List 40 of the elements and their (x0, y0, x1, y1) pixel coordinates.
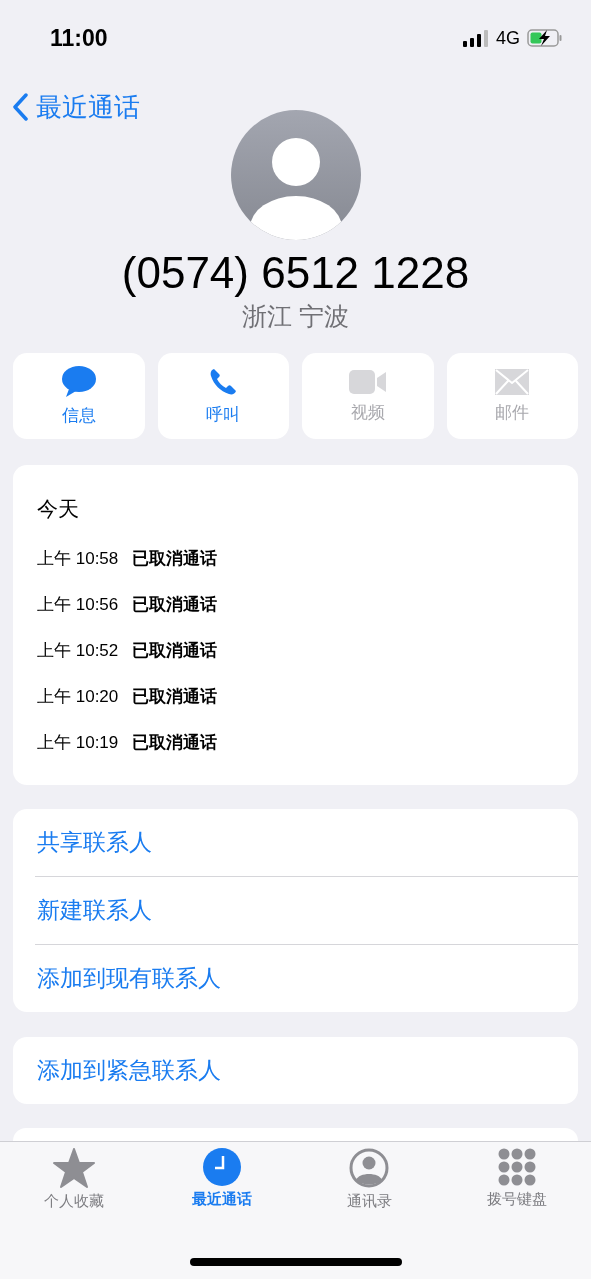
date-heading: 今天 (37, 496, 80, 522)
call-status: 已取消通话 (132, 547, 218, 570)
network-label: 4G (496, 27, 520, 49)
call-status: 已取消通话 (132, 685, 218, 708)
call-status: 已取消通话 (132, 593, 218, 616)
chevron-left-icon (12, 93, 28, 121)
tab[interactable]: 最近通话 (147, 1148, 296, 1220)
keypad-icon (498, 1148, 537, 1186)
call-time: 上午 10:56 (37, 593, 119, 616)
location-label: 浙江 宁波 (242, 301, 349, 332)
person-circle-icon (349, 1148, 390, 1188)
back-button[interactable]: 最近通话 (12, 89, 140, 125)
star-icon (52, 1148, 95, 1188)
call-time: 上午 10:20 (37, 685, 119, 708)
phone-icon (208, 366, 239, 397)
video-camera-icon (348, 368, 387, 395)
avatar-icon (230, 110, 361, 240)
call-status: 已取消通话 (132, 639, 218, 662)
battery-charging-icon (527, 29, 563, 47)
clock-icon (202, 1148, 241, 1186)
call-time: 上午 10:19 (37, 731, 119, 754)
message-button[interactable]: 信息 (13, 353, 145, 439)
call-status: 已取消通话 (132, 731, 218, 754)
mail-button[interactable]: 邮件 (446, 353, 578, 439)
video-button[interactable]: 视频 (302, 353, 434, 439)
tab[interactable]: 拨号键盘 (443, 1148, 591, 1220)
tab[interactable]: 通讯录 (295, 1148, 444, 1220)
call-button[interactable]: 呼叫 (157, 353, 289, 439)
speech-bubble-icon (60, 365, 97, 398)
contact-option[interactable]: 添加到现有联系人 (13, 945, 578, 1012)
status-time: 11:00 (50, 24, 108, 52)
contact-option[interactable]: 共享联系人 (13, 809, 578, 876)
emergency-contact-option[interactable]: 添加到紧急联系人 (13, 1037, 578, 1104)
contact-option[interactable]: 新建联系人 (13, 877, 578, 944)
call-time: 上午 10:58 (37, 547, 119, 570)
envelope-icon (495, 368, 530, 395)
signal-icon (463, 29, 489, 47)
call-time: 上午 10:52 (37, 639, 119, 662)
tab[interactable]: 个人收藏 (0, 1148, 148, 1220)
phone-number: (0574) 6512 1228 (121, 248, 470, 298)
